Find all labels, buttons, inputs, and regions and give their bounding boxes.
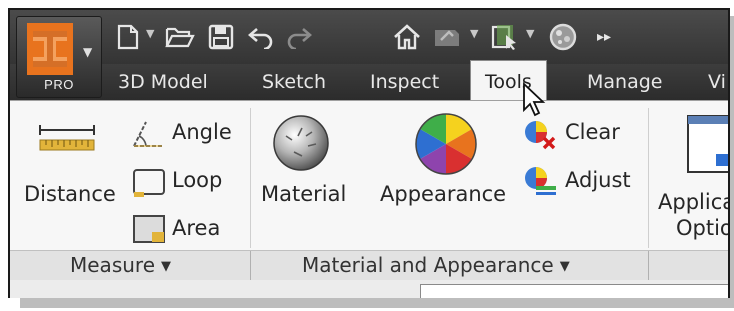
application-window: ▼ PRO ▼ ▼ ▼ ▸▸ 3D Model Sketch Inspect T… (8, 8, 730, 298)
adjust-appearance-icon (525, 167, 556, 195)
angle-icon (133, 121, 162, 147)
chevron-down-icon: ▼ (83, 45, 93, 59)
home-button[interactable] (392, 22, 422, 52)
clear-button[interactable]: Clear (565, 120, 620, 144)
return-icon (435, 30, 459, 46)
application-options-button[interactable]: Applica (658, 190, 728, 214)
chevron-down-icon: ▼ (559, 259, 570, 274)
material-button[interactable]: Material (261, 182, 346, 206)
new-document-icon (117, 24, 139, 50)
project-icon (491, 25, 516, 50)
chevron-down-icon[interactable]: ▼ (470, 27, 478, 40)
application-menu-button[interactable]: ▼ PRO (16, 16, 102, 98)
document-area (10, 280, 728, 298)
save-icon (208, 24, 234, 50)
tab-inspect[interactable]: Inspect (370, 64, 439, 100)
undo-button[interactable] (246, 22, 276, 52)
chevron-down-icon: ▼ (161, 259, 171, 274)
application-options-label-line2: Optio (676, 216, 730, 240)
mouse-cursor-icon (523, 82, 546, 117)
measure-panel-title[interactable]: Measure ▼ (70, 253, 171, 277)
distance-button[interactable]: Distance (24, 182, 116, 206)
edition-label: PRO (44, 77, 74, 92)
panel-separator (648, 251, 649, 280)
area-icon (133, 215, 165, 243)
material-panel-title[interactable]: Material and Appearance ▼ (302, 253, 570, 277)
redo-button[interactable] (284, 22, 314, 52)
tab-manage[interactable]: Manage (587, 64, 662, 100)
area-button[interactable]: Area (172, 216, 220, 240)
material-panel-label: Material and Appearance (302, 253, 554, 277)
loop-icon (133, 169, 165, 197)
open-button[interactable] (164, 22, 196, 52)
tab-3d-model[interactable]: 3D Model (118, 64, 208, 100)
save-button[interactable] (206, 22, 236, 52)
clear-appearance-icon (525, 121, 556, 150)
panel-separator (648, 108, 649, 248)
open-folder-icon (165, 27, 195, 48)
angle-button[interactable]: Angle (172, 120, 232, 144)
inventor-logo-icon (27, 23, 73, 75)
material-icon (273, 115, 329, 171)
tab-view[interactable]: Vi (708, 64, 726, 100)
chevron-down-icon[interactable]: ▼ (526, 27, 534, 40)
appearance-button[interactable]: Appearance (380, 182, 506, 206)
redo-icon (287, 28, 312, 49)
appearance-override-button[interactable] (546, 22, 580, 52)
adjust-button[interactable]: Adjust (565, 168, 631, 192)
tab-sketch[interactable]: Sketch (262, 64, 326, 100)
home-icon (394, 24, 420, 50)
more-icon[interactable]: ▸▸ (594, 22, 614, 52)
panel-separator (250, 251, 251, 280)
measure-panel-label: Measure (70, 253, 155, 277)
panel-separator (250, 108, 251, 248)
undo-icon (248, 28, 273, 49)
new-document-button[interactable] (114, 22, 142, 52)
project-button[interactable] (488, 22, 520, 52)
loop-button[interactable]: Loop (172, 168, 222, 192)
application-options-icon (687, 115, 728, 173)
return-button[interactable] (430, 22, 464, 52)
appearance-override-icon (549, 23, 577, 51)
distance-icon (39, 125, 95, 151)
chevron-down-icon[interactable]: ▼ (146, 27, 154, 40)
appearance-icon (415, 113, 477, 175)
graphics-window (420, 284, 728, 298)
